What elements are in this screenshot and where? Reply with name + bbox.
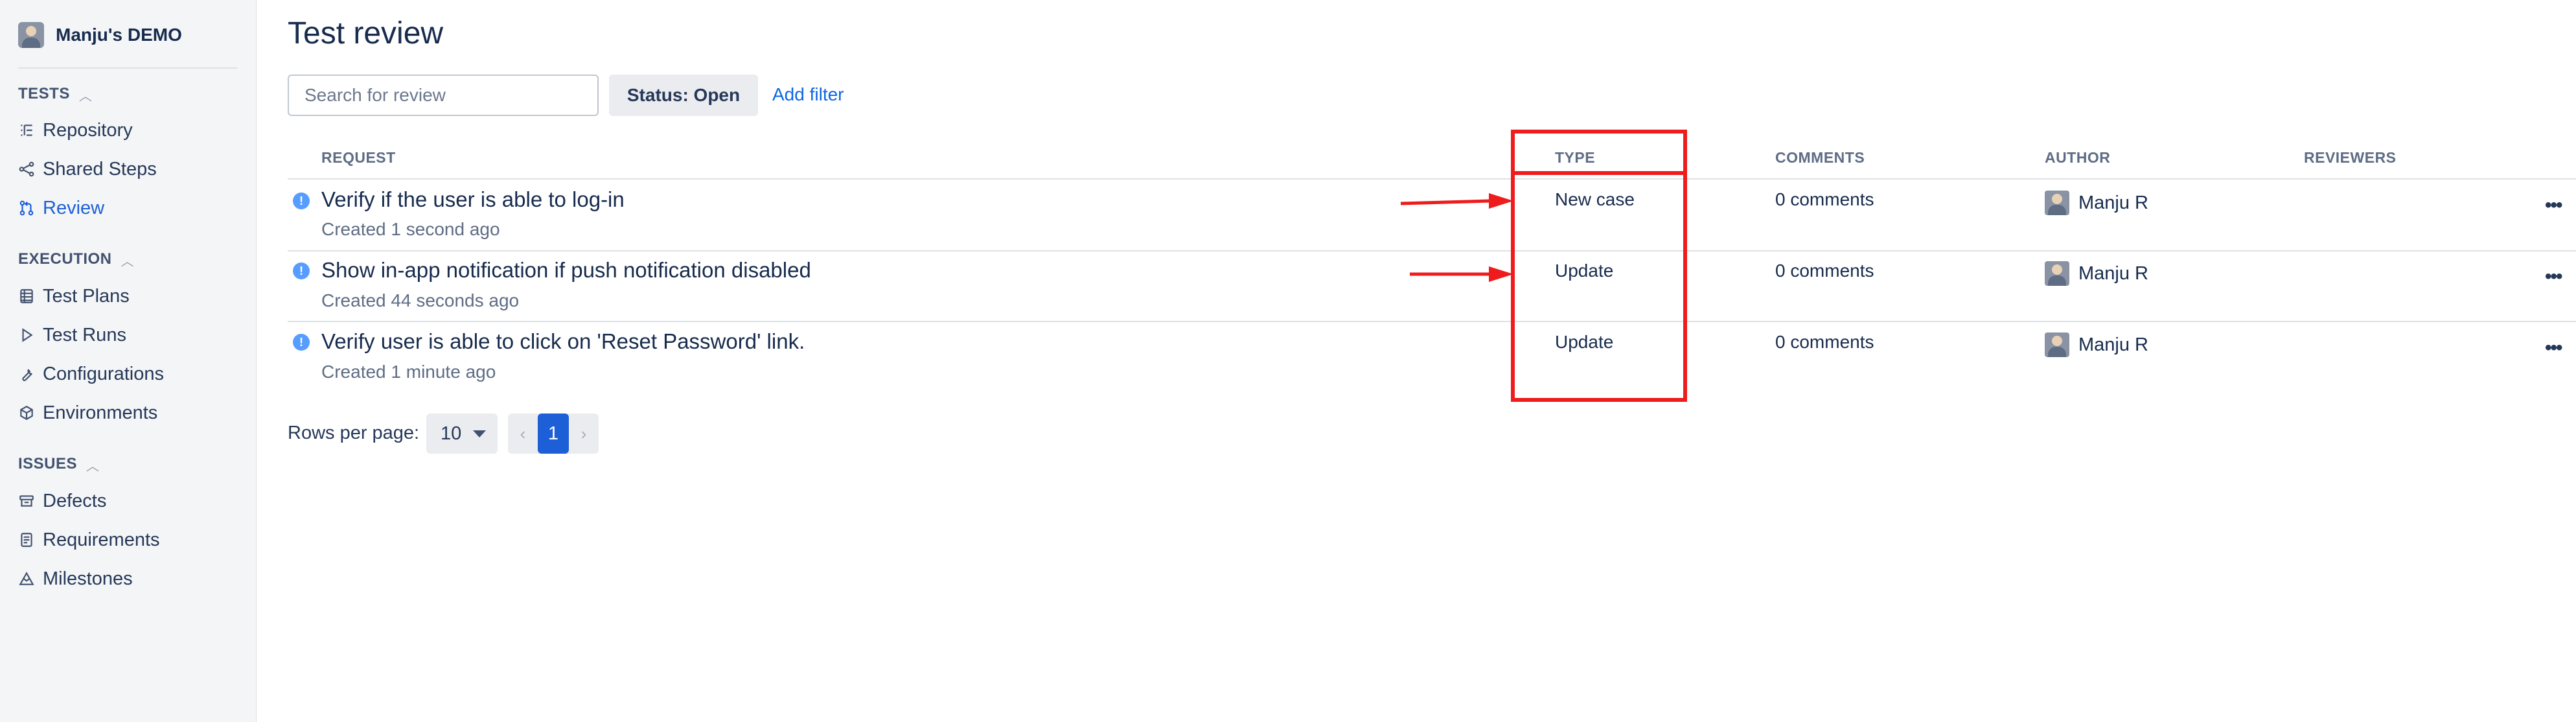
sidebar-item-label: Defects: [43, 490, 107, 511]
previous-page-button[interactable]: ‹: [508, 413, 538, 454]
add-filter-link[interactable]: Add filter: [772, 84, 844, 105]
request-title[interactable]: Verify if the user is able to log-in: [321, 187, 625, 212]
sidebar-item-label: Requirements: [43, 529, 160, 550]
annotation-header-box: [1515, 134, 1683, 175]
row-divider: [288, 250, 2576, 251]
mountain-icon: [18, 570, 35, 587]
column-header-author[interactable]: AUTHOR: [2045, 149, 2110, 167]
request-author: Manju R: [2045, 261, 2148, 286]
chevron-up-icon: ︿: [78, 89, 92, 104]
project-name: Manju's DEMO: [56, 25, 182, 45]
sidebar-item-label: Environments: [43, 402, 158, 423]
next-page-button[interactable]: ›: [569, 413, 599, 454]
sidebar-item-requirements[interactable]: Requirements: [18, 527, 238, 553]
status-filter-button[interactable]: Status: Open: [609, 75, 758, 116]
request-created: Created 44 seconds ago: [321, 290, 520, 310]
request-comments[interactable]: 0 comments: [1775, 261, 1874, 281]
more-options-icon[interactable]: •••: [2545, 267, 2562, 286]
sidebar-item-environments[interactable]: Environments: [18, 400, 238, 426]
request-created: Created 1 minute ago: [321, 362, 496, 382]
cube-icon: [18, 404, 35, 421]
section-label: TESTS: [18, 85, 70, 102]
sidebar-item-defects[interactable]: Defects: [18, 488, 238, 514]
avatar: [2045, 261, 2069, 286]
sidebar-divider: [18, 67, 237, 69]
author-name: Manju R: [2078, 192, 2148, 213]
info-icon: [293, 192, 310, 209]
annotation-arrow-icon: [1400, 193, 1513, 209]
sidebar-item-shared-steps[interactable]: Shared Steps: [18, 156, 238, 182]
sidebar-item-label: Milestones: [43, 568, 133, 589]
sidebar-item-repository[interactable]: Repository: [18, 117, 238, 143]
request-title[interactable]: Verify user is able to click on 'Reset P…: [321, 329, 805, 354]
app-root: Manju's DEMO TESTS ︿ Repository Shared S…: [0, 0, 2576, 722]
request-created: Created 1 second ago: [321, 219, 500, 239]
column-header-request[interactable]: REQUEST: [321, 149, 396, 167]
column-header-reviewers[interactable]: REVIEWERS: [2304, 149, 2397, 167]
annotation-arrow-icon: [1410, 266, 1513, 282]
section-label: EXECUTION: [18, 250, 112, 268]
document-icon: [18, 531, 35, 548]
rows-per-page-label: Rows per page:: [288, 423, 420, 443]
sidebar-item-label: Test Runs: [43, 324, 126, 345]
sidebar-item-test-plans[interactable]: Test Plans: [18, 283, 238, 309]
chevron-up-icon: ︿: [86, 459, 100, 474]
request-author: Manju R: [2045, 332, 2148, 357]
sidebar-item-label: Repository: [43, 119, 133, 141]
author-name: Manju R: [2078, 262, 2148, 284]
sidebar-item-label: Configurations: [43, 363, 164, 384]
wrench-icon: [18, 366, 35, 382]
request-comments[interactable]: 0 comments: [1775, 189, 1874, 210]
info-icon: [293, 334, 310, 351]
chevron-up-icon: ︿: [121, 254, 134, 269]
sidebar-item-test-runs[interactable]: Test Runs: [18, 322, 238, 348]
more-options-icon[interactable]: •••: [2545, 338, 2562, 358]
table-icon: [18, 288, 35, 305]
page-button-current[interactable]: 1: [538, 413, 569, 454]
request-comments[interactable]: 0 comments: [1775, 332, 1874, 353]
request-author: Manju R: [2045, 191, 2148, 215]
rows-per-page-value: 10: [441, 423, 462, 444]
play-icon: [18, 327, 35, 344]
section-execution-toggle[interactable]: EXECUTION ︿: [18, 250, 134, 269]
pull-request-icon: [18, 200, 35, 216]
table-header-divider: [288, 178, 2576, 180]
bug-icon: [18, 493, 35, 509]
share-nodes-icon: [18, 161, 35, 178]
info-icon: [293, 262, 310, 279]
list-tree-icon: [18, 122, 35, 139]
sidebar-item-label: Shared Steps: [43, 158, 157, 180]
section-issues-toggle[interactable]: ISSUES ︿: [18, 454, 99, 474]
search-input[interactable]: [288, 75, 599, 116]
page-title: Test review: [288, 16, 444, 51]
column-header-comments[interactable]: COMMENTS: [1775, 149, 1865, 167]
request-title[interactable]: Show in-app notification if push notific…: [321, 258, 811, 283]
avatar: [2045, 191, 2069, 215]
section-tests-toggle[interactable]: TESTS ︿: [18, 84, 92, 104]
sidebar-item-configurations[interactable]: Configurations: [18, 361, 238, 387]
sidebar-item-label: Review: [43, 197, 105, 218]
sidebar-item-label: Test Plans: [43, 285, 130, 307]
author-name: Manju R: [2078, 334, 2148, 355]
caret-down-icon: [473, 430, 487, 437]
section-label: ISSUES: [18, 455, 78, 472]
pagination: ‹ 1 ›: [508, 413, 599, 454]
project-avatar: [18, 22, 44, 48]
sidebar: Manju's DEMO TESTS ︿ Repository Shared S…: [0, 0, 257, 722]
avatar: [2045, 332, 2069, 357]
row-divider: [288, 321, 2576, 322]
rows-per-page-select[interactable]: 10: [426, 413, 498, 454]
project-switcher[interactable]: Manju's DEMO: [18, 21, 182, 49]
sidebar-item-milestones[interactable]: Milestones: [18, 566, 238, 592]
more-options-icon[interactable]: •••: [2545, 196, 2562, 215]
sidebar-item-review[interactable]: Review: [18, 195, 238, 221]
